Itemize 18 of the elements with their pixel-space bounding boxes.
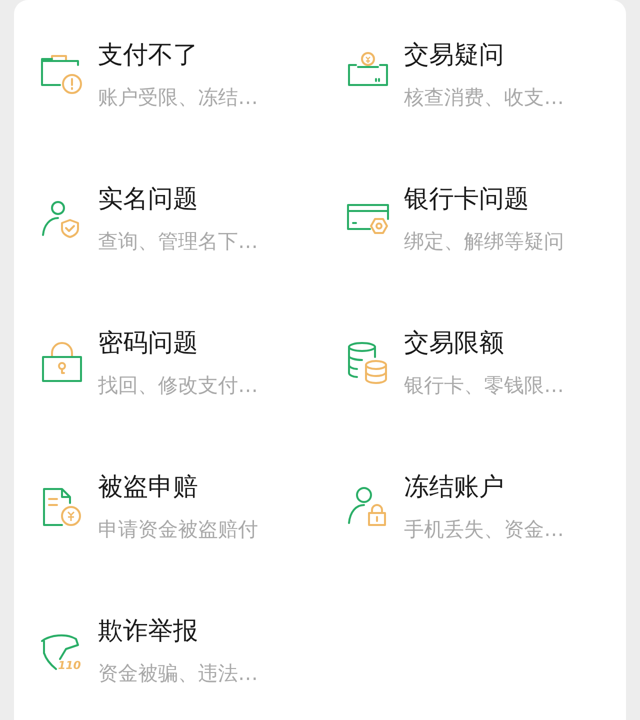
item-description: 找回、修改支付… bbox=[98, 372, 258, 399]
item-description: 绑定、解绑等疑问 bbox=[404, 228, 564, 255]
item-title[interactable]: 支付不了 bbox=[98, 38, 258, 72]
item-description: 核查消费、收支… bbox=[404, 84, 564, 111]
item-title[interactable]: 实名问题 bbox=[98, 182, 258, 216]
item-title[interactable]: 银行卡问题 bbox=[404, 182, 564, 216]
item-title[interactable]: 密码问题 bbox=[98, 326, 258, 360]
item-title[interactable]: 交易限额 bbox=[404, 326, 564, 360]
item-title[interactable]: 被盗申赔 bbox=[98, 470, 258, 504]
item-description: 账户受限、冻结… bbox=[98, 84, 258, 111]
item-description: 手机丢失、资金… bbox=[404, 516, 564, 543]
item-description: 查询、管理名下… bbox=[98, 228, 258, 255]
item-description: 银行卡、零钱限… bbox=[404, 372, 564, 399]
item-title[interactable]: 冻结账户 bbox=[404, 470, 564, 504]
item-title[interactable]: 欺诈举报 bbox=[98, 614, 258, 648]
item-title[interactable]: 交易疑问 bbox=[404, 38, 564, 72]
item-description: 资金被骗、违法… bbox=[98, 660, 258, 687]
item-description: 申请资金被盗赔付 bbox=[98, 516, 258, 543]
